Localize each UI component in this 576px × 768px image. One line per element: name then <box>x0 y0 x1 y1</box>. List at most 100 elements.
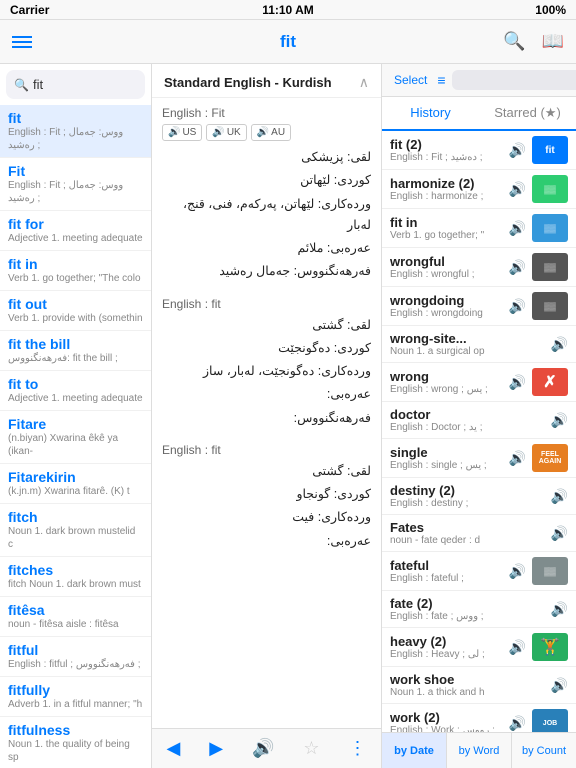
history-sub: English : Work ; رووس ; <box>390 725 503 732</box>
entry-block: English : fitلقی: گشتیکوردی: دەگونجێتورد… <box>162 297 371 429</box>
word-list-item[interactable]: fit the billفەرهەنگنووس: fit the bill ; <box>0 331 151 371</box>
right-tab[interactable]: Starred (★) <box>479 97 576 131</box>
history-sub: English : Doctor ; ید ; <box>390 422 545 433</box>
right-tabs: HistoryStarred (★) <box>382 97 576 131</box>
bottom-tab-by-count[interactable]: by Count <box>512 733 576 768</box>
history-thumb: fit <box>532 136 568 164</box>
history-sound-button[interactable]: 🔊 <box>551 601 568 618</box>
word-list-item[interactable]: Fitare(n.biyan) Xwarina êkê ya (ikan- <box>0 411 151 464</box>
word-list-item[interactable]: fitEnglish : Fit ; ووس: جەمال رەشید ; <box>0 105 151 158</box>
entry-line: فەرهەنگنووس: جەمال رەشید <box>162 261 371 282</box>
history-text: doctor English : Doctor ; ید ; <box>390 407 545 433</box>
history-list-item[interactable]: fit (2) English : Fit ; دەشید ; 🔊 fit <box>382 131 576 170</box>
audio-btn-au[interactable]: 🔊AU <box>251 124 291 141</box>
battery-text: 100% <box>535 3 566 17</box>
word-list-item[interactable]: fitfullyAdverb 1. in a fitful manner; "h <box>0 677 151 717</box>
history-list-item[interactable]: wrong English : wrong ; یس ; 🔊 ✗ <box>382 363 576 402</box>
right-search-input[interactable] <box>452 70 576 90</box>
history-sub: English : single ; یس ; <box>390 460 503 471</box>
bottom-tab-by-date[interactable]: by Date <box>382 733 447 768</box>
dict-collapse-button[interactable]: ∧ <box>359 74 369 91</box>
history-list-item[interactable]: work (2) English : Work ; رووس ; 🔊 JOB <box>382 704 576 732</box>
word-sub: Adjective 1. meeting adequate <box>8 392 143 405</box>
history-sound-button[interactable]: 🔊 <box>509 563 526 580</box>
history-sound-button[interactable]: 🔊 <box>509 450 526 467</box>
prev-button[interactable]: ◀ <box>166 738 180 759</box>
history-text: fit in Verb 1. go together; " <box>390 215 503 241</box>
history-thumb: ▓▓ <box>532 557 568 585</box>
history-sound-button[interactable]: 🔊 <box>509 142 526 159</box>
audio-button[interactable]: 🔊 <box>252 738 274 759</box>
history-list-item[interactable]: single English : single ; یس ; 🔊 FEEL AG… <box>382 439 576 478</box>
book-icon[interactable]: 📖 <box>542 31 564 52</box>
search-input[interactable] <box>33 77 152 92</box>
dict-content: English : Fit🔊US🔊UK🔊AUلقی: پزیشکیکوردی: … <box>152 98 381 728</box>
word-list-item[interactable]: fit toAdjective 1. meeting adequate <box>0 371 151 411</box>
select-button[interactable]: Select <box>390 71 431 89</box>
filter-button[interactable]: ≡ <box>437 72 445 88</box>
history-thumb: 🏋 <box>532 633 568 661</box>
history-list-item[interactable]: Fates noun - fate qeder : d 🔊 <box>382 515 576 552</box>
history-sound-button[interactable]: 🔊 <box>509 715 526 732</box>
history-sound-button[interactable]: 🔊 <box>551 412 568 429</box>
word-list-item[interactable]: fitêsanoun - fitêsa aisle : fitêsa <box>0 597 151 637</box>
history-sound-button[interactable]: 🔊 <box>509 259 526 276</box>
history-text: harmonize (2) English : harmonize ; <box>390 176 503 202</box>
entry-line: وردەکاری: لێهاتن، پەرکەم، فنی، قنج، لەبا… <box>162 194 371 237</box>
history-sound-button[interactable]: 🔊 <box>509 298 526 315</box>
time-text: 11:10 AM <box>262 3 314 17</box>
word-title: fitfully <box>8 682 143 698</box>
history-sound-button[interactable]: 🔊 <box>551 677 568 694</box>
nav-bar: fit 🔍 📖 <box>0 20 576 64</box>
more-button[interactable]: ⋮ <box>348 738 366 759</box>
history-word: fit in <box>390 215 503 230</box>
history-word: fateful <box>390 558 503 573</box>
word-list-item[interactable]: fit forAdjective 1. meeting adequate <box>0 211 151 251</box>
history-sound-button[interactable]: 🔊 <box>509 181 526 198</box>
audio-btn-uk[interactable]: 🔊UK <box>206 124 246 141</box>
history-sub: English : wrongdoing <box>390 308 503 319</box>
history-list-item[interactable]: doctor English : Doctor ; ید ; 🔊 <box>382 402 576 439</box>
word-list-item[interactable]: fitchesfitch Noun 1. dark brown must <box>0 557 151 597</box>
word-list-item[interactable]: fit inVerb 1. go together; "The colo <box>0 251 151 291</box>
history-list-item[interactable]: fate (2) English : fate ; ووس ; 🔊 <box>382 591 576 628</box>
next-button[interactable]: ▶ <box>209 738 223 759</box>
history-list-item[interactable]: harmonize (2) English : harmonize ; 🔊 ▓▓ <box>382 170 576 209</box>
history-sound-button[interactable]: 🔊 <box>509 374 526 391</box>
history-word: destiny (2) <box>390 483 545 498</box>
menu-button[interactable] <box>12 36 32 48</box>
word-sub: Verb 1. provide with (somethin <box>8 312 143 325</box>
history-sound-button[interactable]: 🔊 <box>509 639 526 656</box>
history-list-item[interactable]: heavy (2) English : Heavy ; لی ; 🔊 🏋 <box>382 628 576 667</box>
entry-line: فەرهەنگنووس: <box>162 408 371 429</box>
audio-btn-us[interactable]: 🔊US <box>162 124 202 141</box>
history-list-item[interactable]: destiny (2) English : destiny ; 🔊 <box>382 478 576 515</box>
entry-audio: 🔊US🔊UK 🔊AU <box>162 124 371 141</box>
history-sound-button[interactable]: 🔊 <box>551 525 568 542</box>
right-tab[interactable]: History <box>382 97 479 131</box>
star-button[interactable]: ☆ <box>303 738 319 759</box>
word-title: fit to <box>8 376 143 392</box>
word-list-item[interactable]: Fitarekirin(k.jn.m) Xwarina fitarê. (K) … <box>0 464 151 504</box>
word-list-item[interactable]: fit outVerb 1. provide with (somethin <box>0 291 151 331</box>
history-sound-button[interactable]: 🔊 <box>551 488 568 505</box>
word-sub: Noun 1. dark brown mustelid c <box>8 525 143 551</box>
word-list-item[interactable]: fitchNoun 1. dark brown mustelid c <box>0 504 151 557</box>
word-list-item[interactable]: fitfulEnglish : fitful ; فەرهەنگنووس ; <box>0 637 151 677</box>
history-list-item[interactable]: wrongdoing English : wrongdoing 🔊 ▓▓ <box>382 287 576 326</box>
history-sound-button[interactable]: 🔊 <box>509 220 526 237</box>
history-sub: English : Heavy ; لی ; <box>390 649 503 660</box>
history-sound-button[interactable]: 🔊 <box>551 336 568 353</box>
history-list-item[interactable]: fateful English : fateful ; 🔊 ▓▓ <box>382 552 576 591</box>
history-list-item[interactable]: wrong-site... Noun 1. a surgical op 🔊 <box>382 326 576 363</box>
history-text: single English : single ; یس ; <box>390 445 503 471</box>
search-icon[interactable]: 🔍 <box>503 31 525 52</box>
history-thumb: ✗ <box>532 368 568 396</box>
entry-line: لقی: پزیشکی <box>162 147 371 168</box>
history-list-item[interactable]: work shoe Noun 1. a thick and h 🔊 <box>382 667 576 704</box>
history-list-item[interactable]: fit in Verb 1. go together; " 🔊 ▓▓ <box>382 209 576 248</box>
bottom-tab-by-word[interactable]: by Word <box>447 733 512 768</box>
history-list-item[interactable]: wrongful English : wrongful ; 🔊 ▓▓ <box>382 248 576 287</box>
word-list-item[interactable]: fitfulnessNoun 1. the quality of being s… <box>0 717 151 768</box>
word-list-item[interactable]: FitEnglish : Fit ; ووس: جەمال رەشید ; <box>0 158 151 211</box>
